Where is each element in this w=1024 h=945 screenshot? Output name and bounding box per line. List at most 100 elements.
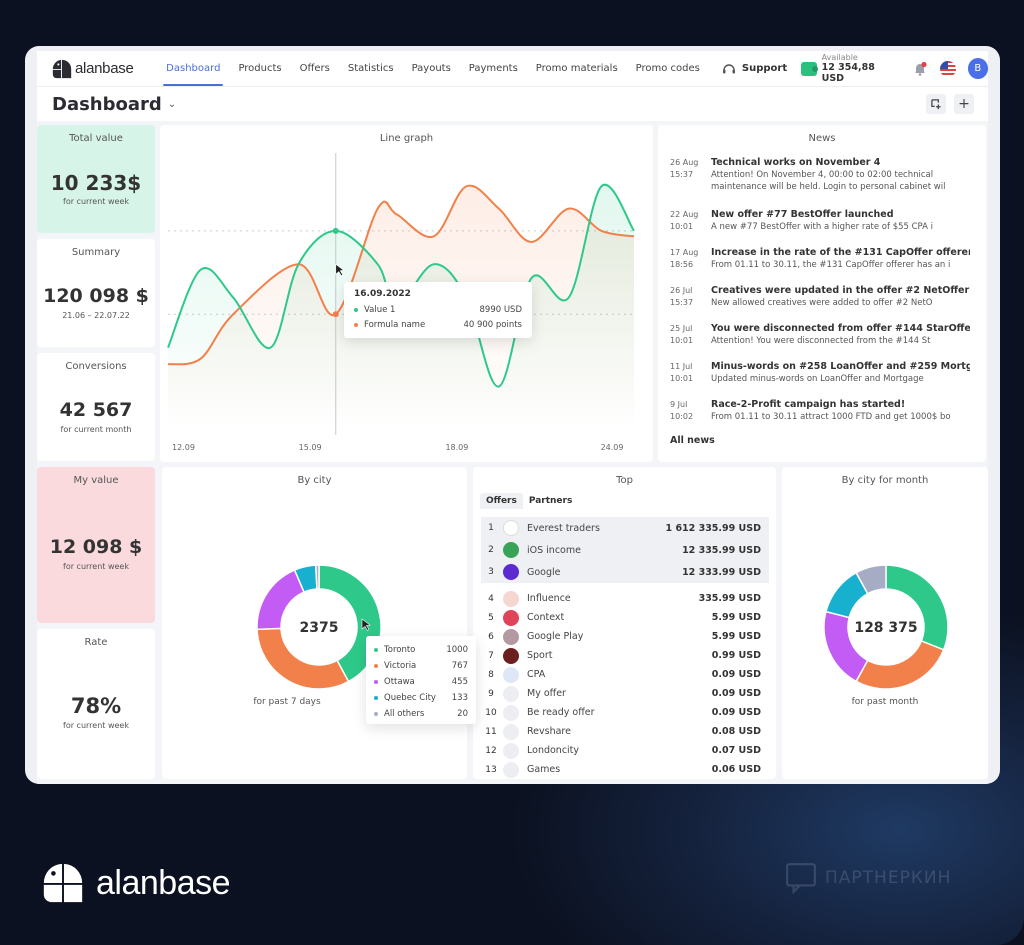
legend-value: 1000 (446, 645, 468, 655)
donut-slice-victoria[interactable] (855, 640, 945, 690)
news-title: New offer #77 BestOffer launched (711, 209, 894, 220)
news-item[interactable]: 26 Jul 15:37 Creatives were updated in the… (670, 285, 970, 311)
table-row[interactable]: 2 iOS income 12 335.99 USD (481, 539, 769, 561)
legend-item: Toronto 1000 (374, 642, 468, 658)
news-item[interactable]: 26 Aug 15:37 Technical works on November 4… (670, 157, 970, 197)
nav-payouts[interactable]: Payouts (403, 51, 460, 87)
card-title: News (808, 133, 836, 144)
news-item[interactable]: 25 Jul 10:01 You were disconnected from of… (670, 323, 970, 349)
user-avatar[interactable]: B (967, 58, 988, 79)
donut-slice-toronto[interactable] (885, 564, 949, 651)
nav-dashboard[interactable]: Dashboard (157, 51, 229, 87)
placeholder-icon (503, 742, 519, 759)
news-time: 10:01 (670, 374, 694, 383)
row-value: 0.99 USD (711, 650, 761, 661)
news-date: 9 Jul 10:02 (670, 399, 710, 423)
alanbase-logo-icon (52, 59, 72, 78)
nav-payments[interactable]: Payments (460, 51, 527, 87)
news-item[interactable]: 17 Aug 18:56 Increase in the rate of the #… (670, 247, 970, 273)
table-row[interactable]: 11 Revshare 0.08 USD (481, 722, 769, 741)
by-city-tooltip: Toronto 1000 Victoria 767 Ottawa 455 Quebec Ci… (366, 636, 476, 724)
by-city-card: By city 2375 for past 7 days (162, 467, 467, 779)
legend-dot (374, 664, 378, 668)
row-value: 0.09 USD (711, 669, 761, 680)
add-widget-button[interactable] (926, 94, 946, 114)
nav-statistics[interactable]: Statistics (339, 51, 403, 87)
nav-offers[interactable]: Offers (291, 51, 339, 87)
news-day: 26 Aug (670, 158, 699, 167)
row-value: 5.99 USD (711, 612, 761, 623)
row-name: Sport (527, 650, 553, 661)
language-us-flag-icon[interactable] (940, 60, 956, 77)
legend-value: 20 (457, 709, 468, 719)
conversions-value: 42 567 (59, 399, 133, 421)
add-widget-icon (930, 98, 941, 109)
tooltip-series-label: Formula name (364, 319, 426, 330)
by-city-legend: Toronto 1000 Victoria 767 Ottawa 455 Quebec Ci… (374, 642, 468, 722)
line-graph-card: Line graph 12.09 15.09 18.09 24.09 16.09.20… (160, 125, 653, 462)
highlight-point-value-1[interactable] (332, 227, 339, 234)
rate-card: Rate 78% for current week (37, 629, 155, 779)
brand-name: alanbase (75, 60, 134, 77)
page-title[interactable]: Dashboard (52, 94, 162, 115)
by-city-month-donut-chart[interactable]: 128 375 (782, 467, 988, 779)
legend-item: All others 20 (374, 706, 468, 722)
x-tick-label: 24.09 (601, 443, 624, 452)
donut-slice-all-others[interactable] (314, 564, 320, 590)
ios-income-logo-icon (503, 542, 519, 558)
table-row[interactable]: 6 Google Play 5.99 USD (481, 627, 769, 646)
legend-dot (354, 322, 358, 327)
table-row[interactable]: 13 Games 0.06 USD (481, 760, 769, 779)
move-button[interactable]: + (954, 94, 974, 114)
brand-logo[interactable]: alanbase (51, 58, 143, 80)
row-rank: 1 (488, 523, 494, 533)
news-item[interactable]: 22 Aug 10:01 New offer #77 BestOffer launc… (670, 209, 970, 235)
row-name: Influence (527, 593, 571, 604)
tab-partners[interactable]: Partners (523, 493, 578, 509)
table-row[interactable]: 7 Sport 0.99 USD (481, 646, 769, 665)
wallet-balance[interactable]: Available 12 354,88 USD (801, 53, 898, 84)
notifications-button[interactable] (912, 61, 928, 77)
row-rank: 11 (485, 726, 497, 737)
tab-offers[interactable]: Offers (480, 493, 523, 509)
highlight-point-formula-name[interactable] (332, 311, 339, 318)
table-row[interactable]: 12 Londoncity 0.07 USD (481, 741, 769, 760)
news-day: 9 Jul (670, 400, 688, 409)
row-rank: 12 (485, 745, 497, 756)
row-value: 0.06 USD (711, 764, 761, 775)
all-news-link[interactable]: All news (670, 435, 715, 446)
chevron-down-icon[interactable]: ⌄ (168, 99, 176, 110)
news-item[interactable]: 11 Jul 10:01 Minus-words on #258 LoanOffer… (670, 361, 970, 387)
nav-promo-materials[interactable]: Promo materials (527, 51, 627, 87)
news-time: 10:01 (670, 222, 694, 231)
conversions-period: for current month (60, 425, 132, 434)
news-title: You were disconnected from offer #144 St… (711, 323, 970, 334)
context-logo-icon (503, 609, 519, 626)
donut-slice-victoria[interactable] (256, 627, 350, 690)
table-row[interactable]: 1 Everest traders 1 612 335.99 USD (481, 517, 769, 539)
watermark-text: ПАРТНЕРКИН (825, 868, 952, 888)
legend-dot (354, 307, 358, 312)
total-value: 10 233$ (50, 171, 142, 195)
support-button[interactable]: Support (721, 61, 787, 77)
table-row[interactable]: 8 CPA 0.09 USD (481, 665, 769, 684)
nav-promo-codes[interactable]: Promo codes (627, 51, 709, 87)
news-item[interactable]: 9 Jul 10:02 Race-2-Profit campaign has sta… (670, 399, 970, 425)
table-row[interactable]: 3 Google 12 333.99 USD (481, 561, 769, 583)
row-value: 0.08 USD (711, 726, 761, 737)
news-body: Attention! On November 4, 00:00 to 02:00… (711, 170, 946, 192)
card-title: Rate (84, 637, 108, 648)
table-row[interactable]: 5 Context 5.99 USD (481, 608, 769, 627)
table-row[interactable]: 9 My offer 0.09 USD (481, 684, 769, 703)
legend-item: Quebec City 133 (374, 690, 468, 706)
table-row[interactable]: 10 Be ready offer 0.09 USD (481, 703, 769, 722)
legend-label: Toronto (384, 645, 416, 655)
placeholder-icon (503, 704, 519, 721)
nav-products[interactable]: Products (229, 51, 290, 87)
table-row[interactable]: 4 Influence 335.99 USD (481, 589, 769, 608)
donut-slice-ottawa[interactable] (256, 569, 306, 631)
footer-brand: alanbase (40, 860, 231, 906)
legend-dot (374, 696, 378, 700)
by-city-donut-chart[interactable]: 2375 (162, 467, 467, 779)
donut-center-total: 2375 (300, 620, 339, 636)
